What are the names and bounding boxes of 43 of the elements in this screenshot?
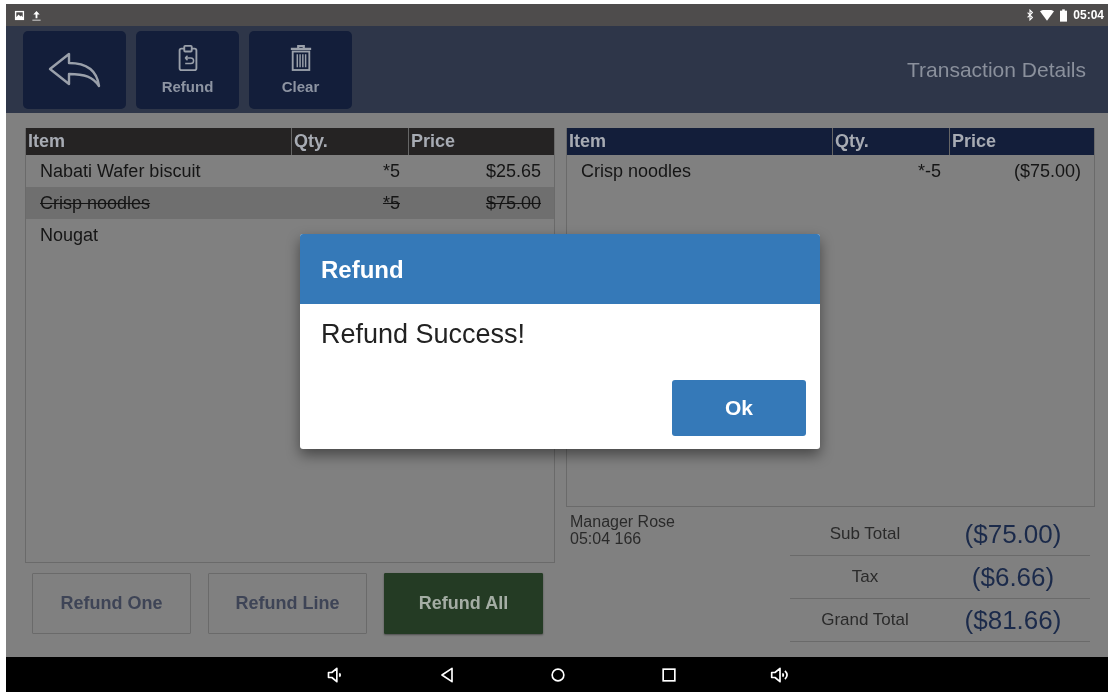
column-header: Item — [27, 130, 66, 153]
item-name-cell-text: Crisp noodles — [580, 160, 693, 182]
column-header: Qty. — [832, 128, 949, 155]
price-cell-text: $25.65 — [484, 160, 542, 182]
refund-button[interactable]: Refund — [136, 30, 239, 109]
item-name-cell-text: Nougat — [39, 224, 100, 246]
battery-icon — [1060, 8, 1068, 22]
dialog-title: Refund — [300, 234, 820, 304]
back-button[interactable] — [23, 30, 126, 109]
clipboard-return-icon — [176, 44, 199, 72]
total-label: Grand Total — [820, 610, 910, 630]
total-label: Tax — [850, 567, 880, 587]
transaction-time: 05:04 166 — [570, 530, 643, 547]
refund-action-button[interactable]: Refund All — [384, 573, 543, 634]
column-header: Qty. — [291, 128, 408, 155]
quantity-cell-text: *5 — [382, 192, 401, 214]
total-amount: ($6.66) — [970, 561, 1056, 593]
total-amount: ($75.00) — [963, 518, 1063, 550]
quantity-cell-text: *5 — [382, 160, 401, 182]
quantity-cell-text: *-5 — [917, 160, 942, 182]
total-amount: ($81.66) — [963, 604, 1063, 636]
column-header: Price — [949, 128, 1094, 155]
item-name-cell-text: Nabati Wafer biscuit — [39, 160, 202, 182]
ok-button[interactable]: Ok — [672, 380, 806, 436]
clock-time: 05:04 — [1073, 8, 1104, 22]
wifi-icon — [1040, 9, 1055, 21]
column-header: Item — [568, 130, 607, 153]
image-icon — [14, 9, 25, 21]
column-header: Price — [408, 128, 554, 155]
dialog-message: Refund Success! — [320, 318, 527, 351]
screen-title: Transaction Details — [906, 57, 1086, 82]
clear-button[interactable]: Clear — [249, 30, 352, 109]
total-label: Sub Total — [828, 524, 902, 544]
trash-can-icon — [288, 44, 313, 72]
upload-icon — [31, 9, 42, 21]
price-cell-text: $75.00 — [484, 192, 542, 214]
back-arrow-icon — [47, 51, 102, 88]
bluetooth-icon — [1026, 9, 1035, 21]
table-row[interactable]: Nabati Wafer biscuit *5 $25.65 — [26, 155, 554, 187]
operator-name: Manager Rose — [570, 513, 676, 530]
price-cell-text: ($75.00) — [1012, 160, 1082, 182]
refunded-row[interactable]: Crisp noodles *5 $75.00 — [26, 187, 554, 219]
item-name-cell-text: Crisp noodles — [39, 192, 152, 214]
